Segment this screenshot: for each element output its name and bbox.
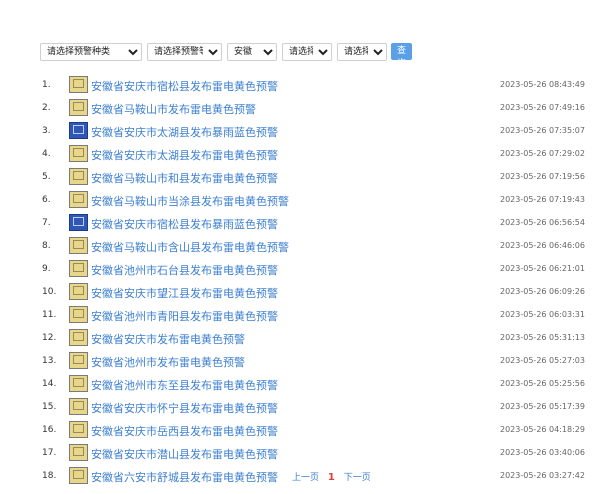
lightning-yellow-icon (69, 421, 88, 438)
lightning-yellow-icon (69, 375, 88, 392)
item-index: 11. (42, 310, 57, 320)
lightning-yellow-icon (69, 352, 88, 369)
item-index: 8. (42, 241, 51, 251)
warning-title-link[interactable]: 安徽省池州市青阳县发布雷电黄色预警 (91, 308, 278, 324)
warning-time: 2023-05-26 08:43:49 (500, 80, 585, 89)
lightning-yellow-icon (69, 99, 88, 116)
warning-title-link[interactable]: 安徽省池州市东至县发布雷电黄色预警 (91, 377, 278, 393)
warning-title-link[interactable]: 安徽省马鞍山市发布雷电黄色预警 (91, 101, 256, 117)
warning-type-select[interactable]: 请选择预警种类 (40, 43, 142, 61)
warning-time: 2023-05-26 05:31:13 (500, 333, 585, 342)
warning-title-link[interactable]: 安徽省安庆市岳西县发布雷电黄色预警 (91, 423, 278, 439)
item-index: 4. (42, 149, 51, 159)
warning-list-item: 15. 安徽省安庆市怀宁县发布雷电黄色预警 2023-05-26 05:17:39 (0, 396, 600, 419)
item-index: 15. (42, 402, 57, 412)
warning-time: 2023-05-26 05:25:56 (500, 379, 585, 388)
warning-list-item: 16. 安徽省安庆市岳西县发布雷电黄色预警 2023-05-26 04:18:29 (0, 419, 600, 442)
rainstorm-blue-icon (69, 122, 88, 139)
item-index: 5. (42, 172, 51, 182)
query-button[interactable]: 查询 (391, 43, 413, 69)
warning-list-item: 11. 安徽省池州市青阳县发布雷电黄色预警 2023-05-26 06:03:31 (0, 304, 600, 327)
item-index: 17. (42, 448, 57, 458)
lightning-yellow-icon (69, 283, 88, 300)
lightning-yellow-icon (69, 168, 88, 185)
city-select[interactable]: 请选择市 (282, 43, 332, 61)
warning-list-item: 12. 安徽省安庆市发布雷电黄色预警 2023-05-26 05:31:13 (0, 327, 600, 350)
rainstorm-blue-icon (69, 214, 88, 231)
next-page-link[interactable]: 下一页 (344, 473, 371, 483)
warning-list-item: 13. 安徽省池州市发布雷电黄色预警 2023-05-26 05:27:03 (0, 350, 600, 373)
item-index: 7. (42, 218, 51, 228)
item-index: 10. (42, 287, 57, 297)
warning-time: 2023-05-26 07:19:43 (500, 195, 585, 204)
warning-title-link[interactable]: 安徽省安庆市宿松县发布暴雨蓝色预警 (91, 216, 278, 232)
lightning-yellow-icon (69, 191, 88, 208)
current-page-number: 1 (327, 472, 335, 483)
warning-title-link[interactable]: 安徽省池州市发布雷电黄色预警 (91, 354, 245, 370)
item-index: 9. (42, 264, 51, 274)
warning-time: 2023-05-26 06:56:54 (500, 218, 585, 227)
warning-time: 2023-05-26 07:49:16 (500, 103, 585, 112)
warning-title-link[interactable]: 安徽省安庆市发布雷电黄色预警 (91, 331, 245, 347)
warning-title-link[interactable]: 安徽省安庆市怀宁县发布雷电黄色预警 (91, 400, 278, 416)
warning-time: 2023-05-26 05:17:39 (500, 402, 585, 411)
warning-list-item: 3. 安徽省安庆市太湖县发布暴雨蓝色预警 2023-05-26 07:35:07 (0, 120, 600, 143)
warning-title-link[interactable]: 安徽省马鞍山市当涂县发布雷电黄色预警 (91, 193, 289, 209)
warning-time: 2023-05-26 07:29:02 (500, 149, 585, 158)
warning-level-select[interactable]: 请选择预警等级 (147, 43, 222, 61)
warning-time: 2023-05-26 06:46:06 (500, 241, 585, 250)
lightning-yellow-icon (69, 145, 88, 162)
warning-list-item: 2. 安徽省马鞍山市发布雷电黄色预警 2023-05-26 07:49:16 (0, 97, 600, 120)
warning-title-link[interactable]: 安徽省安庆市潜山县发布雷电黄色预警 (91, 446, 278, 462)
warning-time: 2023-05-26 07:35:07 (500, 126, 585, 135)
province-select[interactable]: 安徽 (227, 43, 277, 61)
lightning-yellow-icon (69, 76, 88, 93)
warning-time: 2023-05-26 03:40:06 (500, 448, 585, 457)
warning-list-item: 8. 安徽省马鞍山市含山县发布雷电黄色预警 2023-05-26 06:46:06 (0, 235, 600, 258)
item-index: 18. (42, 471, 57, 481)
warning-title-link[interactable]: 安徽省安庆市宿松县发布雷电黄色预警 (91, 78, 278, 94)
warning-time: 2023-05-26 04:18:29 (500, 425, 585, 434)
warning-title-link[interactable]: 安徽省马鞍山市含山县发布雷电黄色预警 (91, 239, 289, 255)
warning-time: 2023-05-26 07:19:56 (500, 172, 585, 181)
lightning-yellow-icon (69, 444, 88, 461)
warning-list-item: 14. 安徽省池州市东至县发布雷电黄色预警 2023-05-26 05:25:56 (0, 373, 600, 396)
item-index: 14. (42, 379, 57, 389)
warning-list-item: 9. 安徽省池州市石台县发布雷电黄色预警 2023-05-26 06:21:01 (0, 258, 600, 281)
warning-list-item: 7. 安徽省安庆市宿松县发布暴雨蓝色预警 2023-05-26 06:56:54 (0, 212, 600, 235)
warning-list-item: 10. 安徽省安庆市望江县发布雷电黄色预警 2023-05-26 06:09:26 (0, 281, 600, 304)
warning-time: 2023-05-26 06:03:31 (500, 310, 585, 319)
warning-title-link[interactable]: 安徽省池州市石台县发布雷电黄色预警 (91, 262, 278, 278)
item-index: 13. (42, 356, 57, 366)
item-index: 16. (42, 425, 57, 435)
warning-list-item: 5. 安徽省马鞍山市和县发布雷电黄色预警 2023-05-26 07:19:56 (0, 166, 600, 189)
warning-title-link[interactable]: 安徽省安庆市太湖县发布雷电黄色预警 (91, 147, 278, 163)
lightning-yellow-icon (69, 398, 88, 415)
item-index: 12. (42, 333, 57, 343)
lightning-yellow-icon (69, 467, 88, 484)
warning-time: 2023-05-26 06:21:01 (500, 264, 585, 273)
county-select[interactable]: 请选择县 (337, 43, 387, 61)
lightning-yellow-icon (69, 329, 88, 346)
item-index: 6. (42, 195, 51, 205)
warning-title-link[interactable]: 安徽省安庆市望江县发布雷电黄色预警 (91, 285, 278, 301)
item-index: 2. (42, 103, 51, 113)
item-index: 3. (42, 126, 51, 136)
lightning-yellow-icon (69, 306, 88, 323)
lightning-yellow-icon (69, 237, 88, 254)
warning-list-item: 1. 安徽省安庆市宿松县发布雷电黄色预警 2023-05-26 08:43:49 (0, 74, 600, 97)
warning-time: 2023-05-26 03:27:42 (500, 471, 585, 480)
warning-list-item: 17. 安徽省安庆市潜山县发布雷电黄色预警 2023-05-26 03:40:06 (0, 442, 600, 465)
lightning-yellow-icon (69, 260, 88, 277)
warning-title-link[interactable]: 安徽省安庆市太湖县发布暴雨蓝色预警 (91, 124, 278, 140)
warning-time: 2023-05-26 06:09:26 (500, 287, 585, 296)
prev-page-link[interactable]: 上一页 (292, 473, 319, 483)
warning-title-link[interactable]: 安徽省六安市舒城县发布雷电黄色预警 (91, 469, 278, 485)
warning-list-item: 6. 安徽省马鞍山市当涂县发布雷电黄色预警 2023-05-26 07:19:43 (0, 189, 600, 212)
pagination: 上一页 1 下一页 (292, 470, 371, 483)
warning-list-item: 4. 安徽省安庆市太湖县发布雷电黄色预警 2023-05-26 07:29:02 (0, 143, 600, 166)
item-index: 1. (42, 80, 51, 90)
warning-title-link[interactable]: 安徽省马鞍山市和县发布雷电黄色预警 (91, 170, 278, 186)
warning-time: 2023-05-26 05:27:03 (500, 356, 585, 365)
